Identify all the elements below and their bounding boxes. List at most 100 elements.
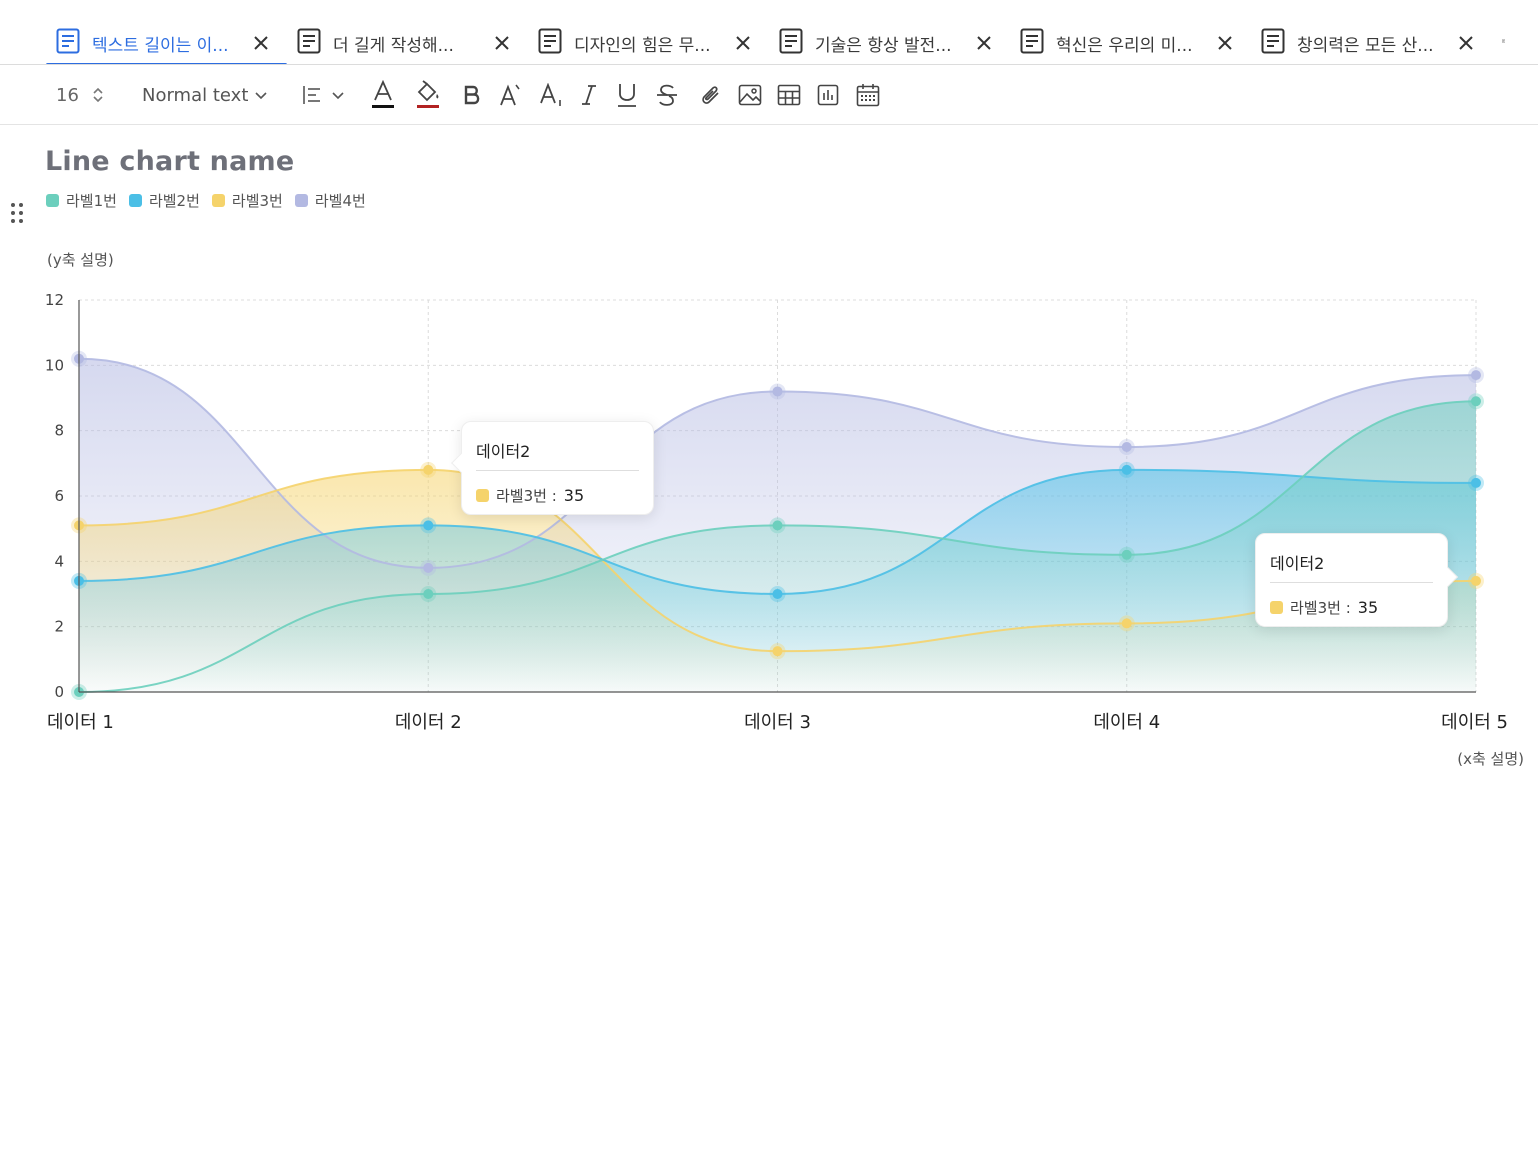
data-point <box>772 646 783 657</box>
tooltip-swatch <box>1270 601 1283 614</box>
tab-document-2[interactable]: 더 길게 작성해... <box>287 20 528 64</box>
chevron-down-icon <box>332 92 344 100</box>
underline-icon <box>618 84 636 107</box>
data-point <box>423 562 434 573</box>
data-point <box>772 589 783 599</box>
stepper-arrows-icon <box>93 87 103 103</box>
attach-button[interactable] <box>696 65 726 125</box>
data-point <box>1471 370 1481 381</box>
legend-item[interactable]: 라벨2번 <box>128 190 200 211</box>
y-tick-label: 12 <box>45 291 64 309</box>
drag-handle-icon[interactable] <box>10 202 24 226</box>
data-point <box>1121 464 1132 475</box>
insert-image-button[interactable] <box>736 65 764 125</box>
italic-icon <box>582 85 596 105</box>
tooltip-title: 데이터2 <box>476 438 639 471</box>
legend-item[interactable]: 라벨3번 <box>211 190 283 211</box>
data-point <box>423 520 434 531</box>
x-tick-label: 데이터 4 <box>1093 712 1160 733</box>
tab-document-5[interactable]: 혁신은 우리의 미... <box>1010 20 1251 64</box>
legend-label: 라벨2번 <box>148 191 200 210</box>
close-icon[interactable] <box>1458 35 1474 51</box>
text-style-select[interactable]: Normal text <box>138 65 270 125</box>
table-icon <box>777 84 801 106</box>
legend-swatch <box>294 193 308 207</box>
tooltip-label: 라벨3번 : <box>1290 599 1351 617</box>
tooltip-value: 35 <box>1357 598 1379 617</box>
tab-label: 디자인의 힘은 무... <box>574 36 711 56</box>
document-icon <box>1020 28 1044 54</box>
data-point <box>423 589 434 599</box>
y-tick-label: 0 <box>54 683 64 701</box>
tab-document-4[interactable]: 기술은 항상 발전... <box>769 20 1010 64</box>
close-icon[interactable] <box>1217 35 1233 51</box>
tab-label: 텍스트 길이는 이... <box>92 36 229 56</box>
align-left-icon <box>303 86 320 104</box>
document-icon <box>779 28 803 54</box>
strikethrough-button[interactable] <box>652 65 682 125</box>
close-icon[interactable] <box>976 35 992 51</box>
y-axis-label: (y축 설명) <box>47 251 114 269</box>
tooltip-value: 35 <box>563 486 585 505</box>
data-point <box>1121 618 1132 629</box>
strikethrough-icon <box>657 84 677 106</box>
align-select[interactable] <box>296 65 350 125</box>
text-style-value: Normal text <box>142 84 249 106</box>
document-icon <box>1261 28 1285 54</box>
document-icon <box>538 28 562 54</box>
tooltip-label: 라벨3번 : <box>496 487 557 505</box>
tab-document-3[interactable]: 디자인의 힘은 무... <box>528 20 769 64</box>
data-point <box>423 464 434 475</box>
font-size-stepper[interactable]: 16 <box>48 65 110 125</box>
close-icon[interactable] <box>735 35 751 51</box>
data-point <box>772 386 783 397</box>
superscript-icon <box>500 84 520 106</box>
superscript-button[interactable] <box>496 65 526 125</box>
tab-document-1[interactable]: 텍스트 길이는 이... <box>46 20 287 64</box>
close-icon[interactable] <box>494 35 510 51</box>
insert-table-button[interactable] <box>775 65 803 125</box>
tab-document-6[interactable]: 창의력은 모든 산... <box>1251 20 1492 64</box>
legend-item[interactable]: 라벨4번 <box>294 190 366 211</box>
y-tick-label: 4 <box>54 552 64 570</box>
highlight-color-button[interactable] <box>412 65 444 125</box>
paint-bucket-icon <box>417 80 439 108</box>
italic-button[interactable] <box>576 65 602 125</box>
data-point <box>1121 549 1132 560</box>
x-axis-label: (x축 설명) <box>1457 750 1524 768</box>
tab-bar: 텍스트 길이는 이... 더 길게 작성해... 디자인의 힘은 무... 기술… <box>0 0 1538 65</box>
bold-icon <box>464 85 480 105</box>
tooltip-swatch <box>476 489 489 502</box>
insert-calendar-button[interactable] <box>853 65 883 125</box>
insert-chart-button[interactable] <box>814 65 842 125</box>
tab-label: 더 길게 작성해... <box>333 36 454 56</box>
legend-label: 라벨1번 <box>66 191 117 210</box>
underline-button[interactable] <box>612 65 642 125</box>
legend-swatch <box>128 193 142 207</box>
y-tick-label: 10 <box>45 356 64 374</box>
formatting-toolbar: 16 Normal text <box>0 65 1538 125</box>
text-color-icon <box>372 80 394 108</box>
document-icon <box>56 28 80 54</box>
line-chart: 0 2 4 6 8 10 12 데이터 1 데이터 2 데이터 3 데이터 4 데이터 5 (y축 설명… <box>45 251 1524 768</box>
tab-label: 혁신은 우리의 미... <box>1056 36 1193 56</box>
bold-button[interactable] <box>458 65 486 125</box>
close-icon[interactable] <box>253 35 269 51</box>
image-icon <box>738 84 762 106</box>
tab-document-7[interactable] <box>1492 20 1538 64</box>
font-size-value: 16 <box>56 84 79 106</box>
text-color-button[interactable] <box>368 65 398 125</box>
y-tick-label: 2 <box>54 618 64 636</box>
x-tick-label: 데이터 5 <box>1441 712 1508 733</box>
tab-label: 창의력은 모든 산... <box>1297 36 1434 56</box>
data-point <box>1471 477 1481 488</box>
data-point <box>1471 396 1481 407</box>
legend-item[interactable]: 라벨1번 <box>46 190 117 211</box>
data-point <box>772 520 783 531</box>
subscript-button[interactable] <box>537 65 567 125</box>
subscript-icon <box>540 83 561 106</box>
legend-swatch <box>46 193 59 207</box>
calendar-icon <box>856 84 880 107</box>
chart-tooltip: 데이터2 라벨3번 : 35 <box>1255 533 1458 627</box>
paperclip-icon <box>702 86 719 104</box>
